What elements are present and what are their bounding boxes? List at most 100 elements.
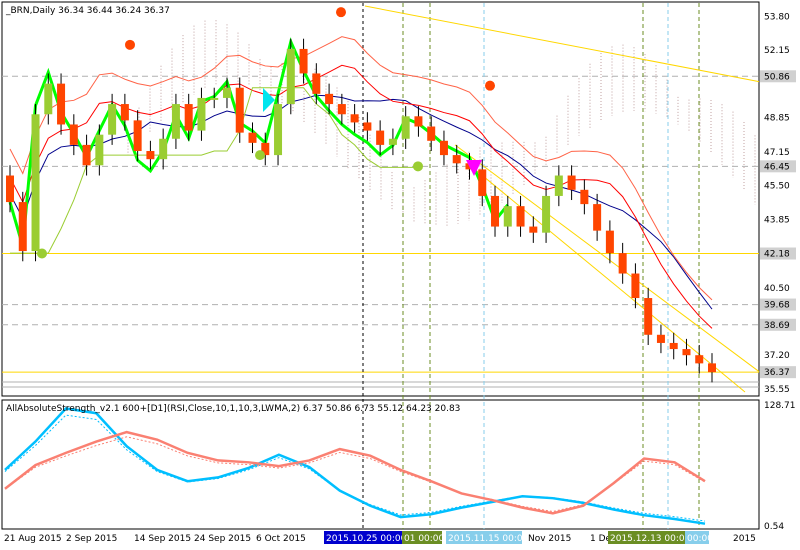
candle-body	[210, 97, 219, 100]
price-tick: 40.50	[764, 284, 790, 294]
candle-body	[248, 132, 257, 143]
candle-body	[388, 138, 397, 145]
candle-body	[376, 130, 385, 145]
strength-signal	[4, 414, 706, 522]
indicator-axis: 128.71 0.54	[764, 401, 796, 532]
candle-body	[593, 204, 602, 231]
indicator-header: AllAbsoluteStrength_v2.1 600+[D1](RSI,Cl…	[6, 404, 460, 414]
date-tag: 2015.11.15 00:00	[448, 534, 529, 544]
candle-body	[18, 202, 27, 252]
candlesticks	[6, 38, 716, 383]
candle-body	[337, 104, 346, 115]
candle-body	[286, 48, 295, 105]
symbol-header: _BRN,Daily 36.34 36.44 36.24 36.37	[5, 6, 170, 16]
date-tag: 2015.10.25 00:00	[326, 534, 407, 544]
time-label: 21 Aug 2015	[4, 534, 62, 544]
candle-body	[656, 334, 665, 343]
price-tick: 36.37	[764, 368, 790, 378]
candle-body	[669, 342, 678, 350]
candle-body	[363, 122, 372, 131]
candle-body	[567, 175, 576, 190]
ichimoku-cloud	[127, 20, 756, 227]
indicator-tick: 128.71	[764, 401, 796, 411]
trend-line	[454, 144, 760, 372]
price-tick: 53.80	[764, 12, 790, 22]
candle-body	[146, 151, 155, 160]
candle-body	[222, 87, 231, 98]
date-tag: 2015.12.13 00:00	[610, 534, 691, 544]
price-axis: 53.80 52.15 50.86 48.85 47.15 46.45 45.50 43.85…	[760, 12, 796, 395]
candle-body	[159, 138, 168, 160]
candle-body	[516, 206, 525, 227]
price-tick: 46.45	[764, 162, 790, 172]
time-label: 2015	[733, 534, 756, 544]
strength-series	[4, 407, 706, 525]
time-axis: 21 Aug 2015 2 Sep 2015 14 Sep 2015 24 Sep 2…	[4, 531, 756, 544]
candle-body	[708, 363, 716, 373]
candle-body	[57, 83, 66, 125]
candle-body	[95, 134, 104, 166]
strength-signal	[4, 436, 706, 513]
price-tick: 50.86	[764, 72, 790, 82]
price-tick: 47.15	[764, 148, 790, 158]
candle-body	[631, 273, 640, 299]
kijun-dot	[37, 248, 47, 259]
candle-body	[439, 140, 448, 156]
date-tag: 01 00:00	[404, 534, 445, 544]
price-tick: 39.68	[764, 301, 790, 311]
signal-dot	[125, 39, 135, 50]
candle-body	[401, 116, 410, 139]
candle-body	[491, 195, 500, 227]
time-label: 2 Sep 2015	[66, 534, 117, 544]
candle-body	[529, 226, 538, 233]
price-tick: 43.85	[764, 215, 790, 225]
time-label: 24 Sep 2015	[194, 534, 251, 544]
kijun-dot	[413, 161, 423, 172]
time-label: 14 Sep 2015	[134, 534, 191, 544]
indicator-lines	[8, 36, 713, 329]
candle-body	[31, 114, 40, 252]
kijun-line	[10, 87, 419, 254]
price-tick: 45.50	[764, 182, 790, 192]
price-tick: 48.85	[764, 113, 790, 123]
candle-body	[580, 189, 589, 205]
trend-lines	[364, 5, 760, 393]
candle-body	[6, 175, 14, 203]
candle-body	[44, 83, 53, 115]
candle-body	[350, 114, 359, 123]
time-label: 6 Oct 2015	[256, 534, 306, 544]
indicator-tick: 0.54	[764, 522, 784, 532]
trend-line	[364, 5, 760, 83]
candle-body	[82, 144, 91, 166]
kijun-dot	[255, 150, 265, 161]
trading-chart[interactable]: 53.80 52.15 50.86 48.85 47.15 46.45 45.50 43.85…	[0, 0, 800, 550]
candle-body	[69, 124, 78, 145]
candle-body	[542, 195, 551, 233]
candle-body	[171, 104, 180, 139]
candle-body	[197, 97, 206, 131]
candle-body	[274, 104, 283, 156]
green-lagging-line	[8, 37, 509, 247]
candle-body	[414, 116, 423, 127]
strength-indicator	[4, 407, 706, 525]
signal-markers	[37, 7, 495, 259]
price-tick: 37.20	[764, 351, 790, 361]
candle-body	[325, 93, 334, 105]
candle-body	[184, 104, 193, 131]
candle-body	[695, 355, 704, 364]
vertical-date-lines	[362, 3, 700, 529]
candle-body	[478, 169, 487, 196]
strength-series	[4, 430, 706, 515]
candle-body	[120, 104, 129, 121]
candle-body	[682, 349, 691, 356]
candle-body	[299, 48, 308, 74]
candle-body	[108, 104, 117, 135]
candle-body	[605, 230, 614, 254]
candle-body	[554, 175, 563, 196]
trend-line	[469, 164, 746, 393]
candle-body	[618, 253, 627, 274]
price-tick: 35.55	[764, 385, 790, 395]
date-tag: 00:00	[687, 534, 713, 544]
candle-body	[133, 120, 142, 152]
price-tick: 38.69	[764, 321, 790, 331]
